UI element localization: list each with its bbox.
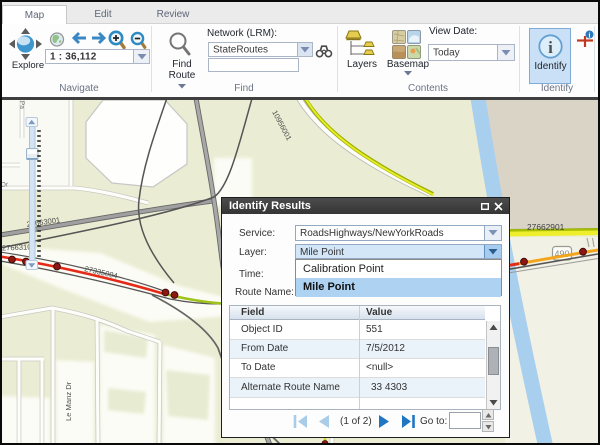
svg-text:Le Manz Dr: Le Manz Dr: [64, 381, 73, 421]
svg-text:i: i: [589, 31, 591, 39]
svg-text:27662901: 27662901: [527, 222, 565, 232]
svg-text:i: i: [548, 38, 553, 57]
svg-text:Pa: Pa: [18, 101, 25, 110]
svg-text:Dr: Dr: [2, 181, 9, 189]
